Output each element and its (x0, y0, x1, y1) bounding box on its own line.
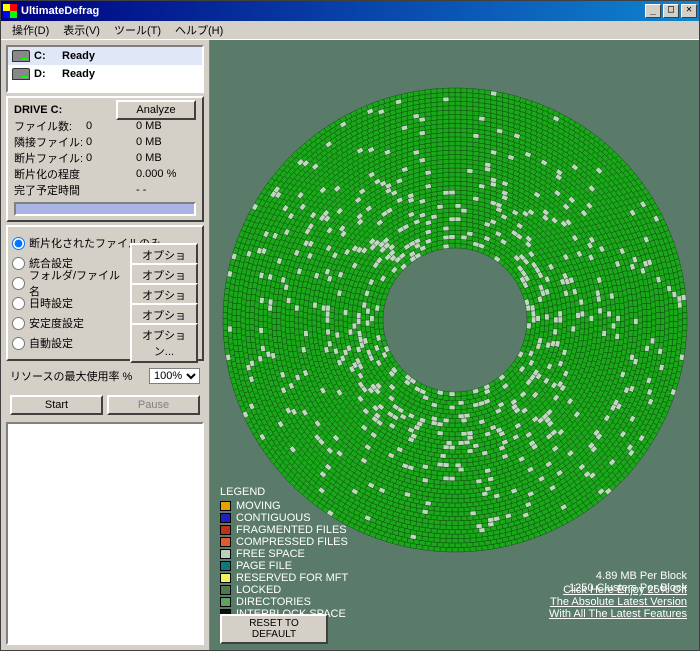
legend-label: FREE SPACE (236, 548, 305, 560)
promo-line-1[interactable]: Click Here Enjoy 25% Off (563, 584, 687, 596)
menu-tools[interactable]: ツール(T) (107, 20, 168, 40)
visualization-panel: LEGEND MOVINGCONTIGUOUSFRAGMENTED FILESC… (210, 40, 699, 650)
legend-label: RESERVED FOR MFT (236, 572, 348, 584)
legend-item: DIRECTORIES (220, 596, 348, 608)
drive-label: D: (34, 68, 62, 80)
drive-info-panel: DRIVE C: Analyze ファイル数:00 MB隣接ファイル:00 MB… (6, 96, 204, 222)
legend-item: RESERVED FOR MFT (220, 572, 348, 584)
drive-row-D[interactable]: D:Ready (8, 65, 202, 83)
menu-view[interactable]: 表示(V) (56, 20, 107, 40)
window-title: UltimateDefrag (21, 5, 645, 17)
method-label: 日時設定 (29, 295, 130, 311)
close-button[interactable]: ✕ (681, 4, 697, 18)
info-row: ファイル数:00 MB (14, 118, 196, 134)
legend-item: FRAGMENTED FILES (220, 524, 348, 536)
promo-line-2[interactable]: The Absolute Latest Version (550, 596, 687, 608)
info-row: 完了予定時間- - (14, 182, 196, 198)
legend-swatch (220, 537, 231, 547)
analyze-button[interactable]: Analyze (116, 100, 196, 120)
info-row: 断片ファイル:00 MB (14, 150, 196, 166)
info-row: 隣接ファイル:00 MB (14, 134, 196, 150)
method-radio-1[interactable] (12, 257, 25, 270)
legend-label: LOCKED (236, 584, 281, 596)
method-row-5: 自動設定オプション... (12, 333, 198, 353)
legend-swatch (220, 597, 231, 607)
legend-item: MOVING (220, 500, 348, 512)
legend-label: DIRECTORIES (236, 596, 311, 608)
method-radio-0[interactable] (12, 237, 25, 250)
menu-help[interactable]: ヘルプ(H) (168, 20, 230, 40)
legend-label: FRAGMENTED FILES (236, 524, 347, 536)
legend: LEGEND MOVINGCONTIGUOUSFRAGMENTED FILESC… (220, 486, 348, 620)
drive-icon (12, 68, 30, 80)
drive-status: Ready (62, 68, 95, 80)
method-panel: 断片化されたファイルのみ統合設定オプション...フォルダ/ファイル名オプション.… (6, 225, 204, 361)
method-radio-5[interactable] (12, 337, 25, 350)
legend-title: LEGEND (220, 486, 348, 498)
promo-line-3[interactable]: With All The Latest Features (549, 608, 687, 620)
drive-icon (12, 50, 30, 62)
log-box[interactable] (6, 422, 204, 645)
legend-item: CONTIGUOUS (220, 512, 348, 524)
progress-bar (14, 202, 196, 216)
drive-heading: DRIVE C: (14, 104, 116, 116)
legend-label: COMPRESSED FILES (236, 536, 348, 548)
method-radio-4[interactable] (12, 317, 25, 330)
resource-label: リソースの最大使用率 % (10, 368, 145, 384)
minimize-button[interactable]: _ (645, 4, 661, 18)
app-window: UltimateDefrag _ □ ✕ 操作(D) 表示(V) ツール(T) … (0, 0, 700, 651)
drive-status: Ready (62, 50, 95, 62)
legend-swatch (220, 501, 231, 511)
legend-swatch (220, 549, 231, 559)
legend-swatch (220, 513, 231, 523)
drive-row-C[interactable]: C:Ready (8, 47, 202, 65)
menu-bar: 操作(D) 表示(V) ツール(T) ヘルプ(H) (1, 21, 699, 40)
legend-swatch (220, 585, 231, 595)
maximize-button[interactable]: □ (663, 4, 679, 18)
legend-swatch (220, 525, 231, 535)
legend-swatch (220, 573, 231, 583)
legend-item: COMPRESSED FILES (220, 536, 348, 548)
main-content: C:ReadyD:Ready DRIVE C: Analyze ファイル数:00… (1, 40, 699, 650)
menu-ops[interactable]: 操作(D) (5, 20, 56, 40)
legend-item: PAGE FILE (220, 560, 348, 572)
start-button[interactable]: Start (10, 395, 103, 415)
info-row: 断片化の程度0.000 % (14, 166, 196, 182)
title-bar[interactable]: UltimateDefrag _ □ ✕ (1, 1, 699, 21)
app-icon (3, 4, 17, 18)
method-radio-2[interactable] (12, 277, 25, 290)
method-radio-3[interactable] (12, 297, 25, 310)
drive-label: C: (34, 50, 62, 62)
legend-label: CONTIGUOUS (236, 512, 311, 524)
resource-select[interactable]: 100% (149, 368, 200, 384)
promo-links[interactable]: Click Here Enjoy 25% Off The Absolute La… (549, 584, 687, 620)
left-panel: C:ReadyD:Ready DRIVE C: Analyze ファイル数:00… (1, 40, 210, 650)
method-label: 安定度設定 (29, 315, 130, 331)
legend-label: PAGE FILE (236, 560, 292, 572)
legend-item: FREE SPACE (220, 548, 348, 560)
pause-button[interactable]: Pause (107, 395, 200, 415)
resource-row: リソースの最大使用率 % 100% (6, 364, 204, 388)
legend-label: MOVING (236, 500, 281, 512)
reset-button[interactable]: RESET TO DEFAULT (220, 614, 328, 644)
method-option-button-5[interactable]: オプション... (130, 323, 198, 363)
disk-map[interactable] (220, 85, 690, 555)
block-info-1: 4.89 MB Per Block (569, 570, 687, 582)
method-label: 自動設定 (29, 335, 130, 351)
legend-item: LOCKED (220, 584, 348, 596)
drive-list[interactable]: C:ReadyD:Ready (6, 45, 204, 93)
legend-swatch (220, 561, 231, 571)
